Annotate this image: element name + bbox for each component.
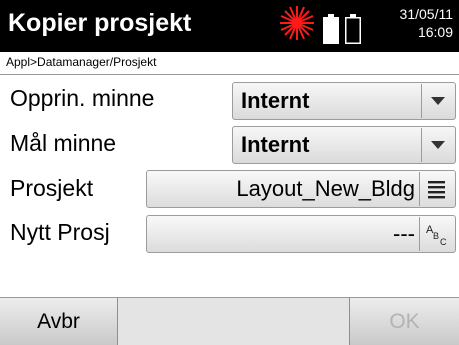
time-text: 16:09 [417, 24, 453, 40]
project-label: Prosjekt [10, 175, 94, 201]
source-memory-dropdown[interactable]: Internt [232, 82, 456, 120]
abc-input-button[interactable]: A B C [419, 217, 454, 251]
abc-input-icon: A B C [426, 224, 447, 247]
new-project-input[interactable]: --- A B C [146, 215, 456, 253]
cancel-button[interactable]: Avbr [0, 298, 118, 345]
date-text: 31/05/11 [399, 6, 453, 22]
source-memory-label: Opprin. minne [10, 85, 155, 111]
new-project-label: Nytt Prosj [10, 219, 110, 245]
svg-text:C: C [440, 237, 447, 247]
target-memory-arrow-button[interactable] [421, 128, 454, 162]
page-title: Kopier prosjekt [8, 9, 192, 37]
svg-text:B: B [433, 231, 439, 241]
chevron-down-icon [431, 97, 445, 105]
chevron-down-icon [431, 141, 445, 149]
target-memory-label: Mål minne [10, 130, 117, 156]
source-memory-arrow-button[interactable] [421, 84, 454, 118]
title-bar: Kopier prosjekt 31/05/11 16:09 [0, 0, 459, 52]
empty-softkey [118, 298, 349, 345]
project-select-field[interactable]: Layout_New_Bldg [146, 170, 456, 208]
laser-icon [280, 6, 314, 40]
breadcrumb: Appl>Datamanager/Prosjekt [6, 55, 157, 69]
softkey-bar: Avbr OK [0, 297, 459, 345]
target-memory-dropdown[interactable]: Internt [232, 126, 456, 164]
date-time: 31/05/11 16:09 [400, 5, 453, 41]
battery-icon [345, 14, 361, 44]
target-memory-value: Internt [241, 132, 310, 157]
copy-project-form: Opprin. minne Internt Mål minne Internt … [0, 75, 459, 297]
project-value: Layout_New_Bldg [236, 176, 415, 201]
battery-icon [323, 14, 339, 44]
list-icon [428, 181, 445, 199]
source-memory-value: Internt [241, 88, 310, 113]
breadcrumb-bar: Appl>Datamanager/Prosjekt [0, 52, 459, 75]
project-list-button[interactable] [419, 172, 454, 206]
new-project-value: --- [393, 221, 415, 246]
ok-button[interactable]: OK [349, 298, 459, 345]
